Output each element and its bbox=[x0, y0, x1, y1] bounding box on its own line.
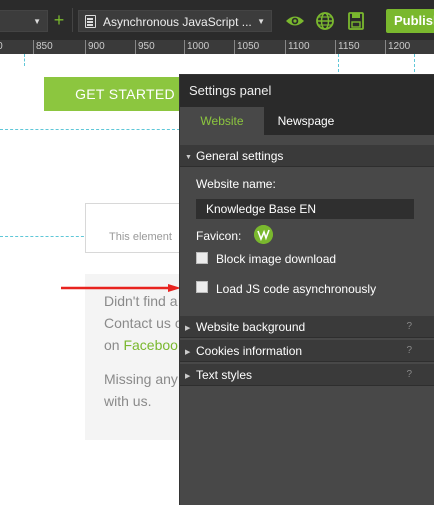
help-line-prefix: on bbox=[104, 337, 124, 353]
triangle-right-icon: ▶ bbox=[185, 349, 191, 356]
guide-line bbox=[0, 129, 180, 130]
ruler-tick: 950 bbox=[135, 40, 155, 54]
red-arrow-icon bbox=[61, 284, 181, 292]
doc-icon bbox=[85, 15, 96, 28]
section-general-settings[interactable]: ▼ General settings bbox=[180, 145, 434, 167]
triangle-right-icon: ▶ bbox=[185, 373, 191, 380]
block-image-label: Block image download bbox=[216, 252, 337, 266]
section-text-styles[interactable]: ▶ Text styles ? bbox=[180, 364, 434, 386]
triangle-right-icon: ▶ bbox=[185, 325, 191, 332]
ruler-tick: 900 bbox=[85, 40, 105, 54]
favicon-icon[interactable] bbox=[254, 225, 273, 244]
tab-website[interactable]: Website bbox=[180, 107, 264, 135]
help-line: Didn't find a bbox=[104, 293, 178, 309]
ruler-tick: 1050 bbox=[234, 40, 259, 54]
section-label: Text styles bbox=[196, 368, 253, 382]
help-icon[interactable]: ? bbox=[406, 364, 412, 386]
page-select[interactable]: Asynchronous JavaScript ... ▼ bbox=[78, 10, 272, 32]
top-toolbar: ▼ + Asynchronous JavaScript ... ▼ Publis… bbox=[0, 0, 434, 40]
ruler-tick: 1200 bbox=[385, 40, 410, 54]
save-icon[interactable] bbox=[345, 10, 367, 32]
help-line: on Faceboo bbox=[104, 334, 182, 356]
help-text: Didn't find a Contact us c on Faceboo Mi… bbox=[104, 290, 182, 412]
panel-spacer bbox=[180, 135, 434, 145]
load-js-async-label: Load JS code asynchronously bbox=[216, 282, 377, 296]
section-label: General settings bbox=[196, 149, 284, 163]
help-icon[interactable]: ? bbox=[406, 340, 412, 362]
tab-newspage[interactable]: Newspage bbox=[264, 107, 348, 135]
facebook-link[interactable]: Faceboo bbox=[123, 337, 177, 353]
ruler-tick: 1000 bbox=[184, 40, 209, 54]
ruler-tick: 1150 bbox=[335, 40, 360, 54]
favicon-label: Favicon: bbox=[196, 229, 242, 243]
section-label: Cookies information bbox=[196, 344, 303, 358]
page-select-label: Asynchronous JavaScript ... bbox=[103, 15, 252, 29]
website-name-label: Website name: bbox=[196, 177, 276, 191]
section-cookies-information[interactable]: ▶ Cookies information ? bbox=[180, 340, 434, 362]
panel-tabs: Website Newspage bbox=[180, 107, 434, 135]
toolbar-divider bbox=[72, 8, 73, 32]
left-dropdown[interactable]: ▼ bbox=[0, 10, 48, 32]
globe-icon[interactable] bbox=[314, 10, 336, 32]
help-line: with us. bbox=[104, 393, 152, 409]
help-line: Missing any bbox=[104, 371, 178, 387]
section-website-background[interactable]: ▶ Website background ? bbox=[180, 316, 434, 338]
triangle-down-icon: ▼ bbox=[185, 154, 192, 161]
panel-sections: ▶ Website background ? ▶ Cookies informati… bbox=[180, 316, 434, 386]
horizontal-ruler: 800 850 900 950 1000 1050 1100 1150 1200 bbox=[0, 40, 434, 54]
guide-line bbox=[414, 54, 415, 72]
help-icon[interactable]: ? bbox=[406, 316, 412, 338]
website-name-input[interactable]: Knowledge Base EN bbox=[196, 199, 414, 219]
caret-down-icon: ▼ bbox=[257, 17, 265, 26]
guide-line bbox=[338, 54, 339, 72]
ruler-tick: 1100 bbox=[285, 40, 310, 54]
help-line: Contact us c bbox=[104, 315, 182, 331]
help-gap bbox=[104, 356, 182, 368]
section-label: Website background bbox=[196, 320, 306, 334]
eye-icon[interactable] bbox=[284, 10, 306, 32]
guide-line bbox=[24, 54, 25, 66]
caret-down-icon: ▼ bbox=[33, 17, 41, 26]
publish-button[interactable]: Publish bbox=[386, 9, 434, 33]
block-image-checkbox[interactable] bbox=[196, 252, 208, 264]
ruler-tick: 800 bbox=[0, 40, 3, 54]
load-js-async-checkbox[interactable] bbox=[196, 281, 208, 293]
panel-title: Settings panel bbox=[180, 75, 434, 107]
add-page-button[interactable]: + bbox=[50, 9, 68, 31]
ruler-tick: 850 bbox=[33, 40, 53, 54]
